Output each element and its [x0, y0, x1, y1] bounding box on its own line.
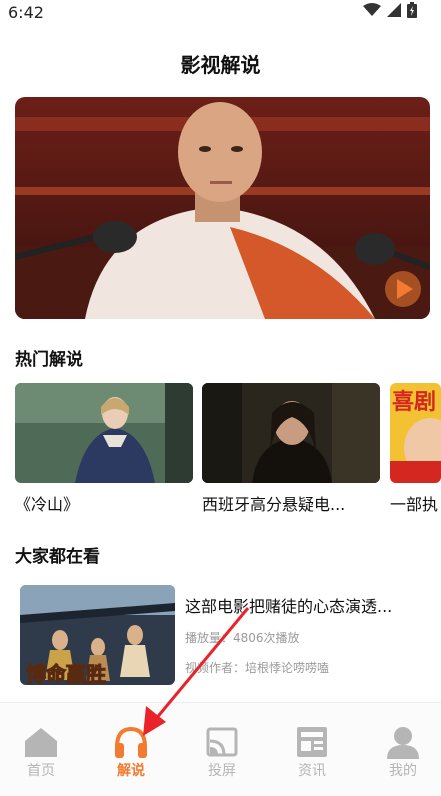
- feed-item-poster-text: 博命赢胜: [26, 662, 106, 685]
- feed-section-title: 大家都在看: [15, 547, 100, 567]
- battery-icon: [407, 2, 417, 18]
- wifi-icon: [363, 3, 381, 16]
- tab-label: 我的: [389, 763, 417, 779]
- feed-item[interactable]: 博命赢胜 这部电影把赌徒的心态演透... 播放量：4806次播放 视频作者：培根…: [20, 585, 430, 685]
- hot-card-thumbnail: [15, 383, 193, 483]
- hot-card-thumbnail: [202, 383, 380, 483]
- feed-item-thumbnail: 博命赢胜: [20, 585, 175, 685]
- hot-card-poster-text: 喜剧: [392, 389, 436, 415]
- tab-label: 解说: [117, 763, 145, 779]
- home-icon: [25, 728, 57, 757]
- hot-card[interactable]: 喜剧 一部执: [390, 383, 441, 515]
- hot-card[interactable]: 《冷山》: [15, 383, 193, 515]
- hot-card-label: 一部执: [390, 495, 439, 514]
- tab-news[interactable]: 资讯: [268, 703, 356, 783]
- status-icons: [363, 2, 417, 18]
- hot-card-label: 西班牙高分悬疑电...: [202, 495, 346, 514]
- news-icon: [297, 727, 327, 757]
- hot-card-label: 《冷山》: [15, 495, 80, 514]
- cast-icon: [206, 727, 238, 757]
- profile-icon: [387, 727, 419, 759]
- tab-profile[interactable]: 我的: [359, 703, 441, 783]
- hot-section-title: 热门解说: [15, 350, 83, 370]
- bottom-tab-bar: 首页 解说 投屏 资讯 我的: [0, 702, 441, 796]
- banner-image: [15, 97, 430, 319]
- hot-card-thumbnail: 喜剧: [390, 383, 441, 483]
- tab-label: 资讯: [298, 763, 326, 779]
- status-time: 6:42: [8, 3, 44, 22]
- featured-banner[interactable]: [15, 97, 430, 319]
- feed-item-author: 视频作者：培根悸论唠唠嗑: [185, 661, 330, 675]
- page-title: 影视解说: [180, 53, 261, 77]
- feed-item-plays: 播放量：4806次播放: [185, 631, 300, 645]
- hot-card[interactable]: 西班牙高分悬疑电...: [202, 383, 380, 515]
- headphones-icon: [115, 726, 147, 758]
- feed-item-title: 这部电影把赌徒的心态演透...: [185, 597, 393, 616]
- tab-commentary[interactable]: 解说: [87, 703, 175, 783]
- tab-label: 投屏: [208, 763, 236, 779]
- tab-home[interactable]: 首页: [0, 703, 85, 783]
- cellular-signal-icon: [387, 3, 401, 17]
- tab-label: 首页: [27, 763, 55, 779]
- status-bar: 6:42: [0, 0, 441, 24]
- tab-cast[interactable]: 投屏: [178, 703, 266, 783]
